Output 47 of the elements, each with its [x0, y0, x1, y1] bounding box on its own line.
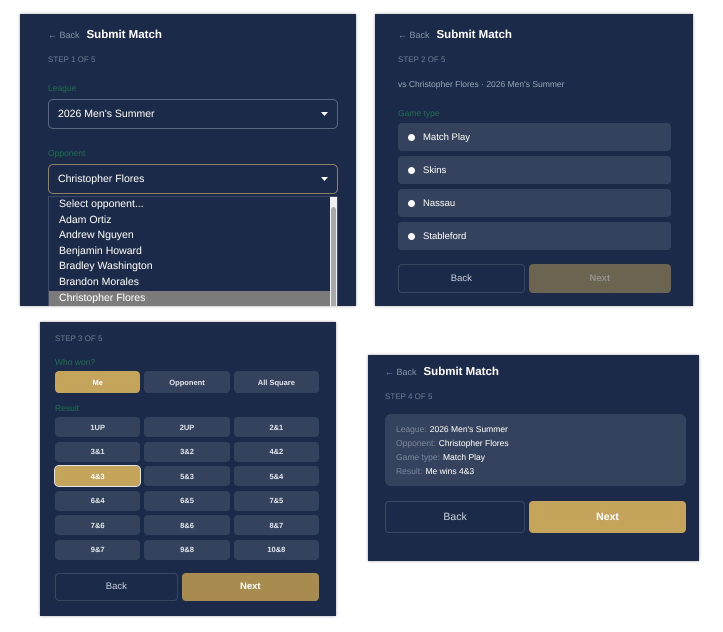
game-type-option[interactable]: Match Play: [398, 123, 671, 151]
dropdown-option[interactable]: Adam Ortiz: [49, 212, 330, 228]
dropdown-option[interactable]: Brandon Morales: [49, 274, 330, 291]
field-label: Who won?: [55, 357, 96, 367]
back-button[interactable]: Back: [385, 501, 526, 533]
opponent-select[interactable]: Christopher Flores: [48, 164, 338, 194]
step-indicator: STEP 2 OF 5: [398, 55, 446, 64]
summary-value: 2026 Men's Summer: [430, 424, 508, 434]
back-link[interactable]: ← Back: [398, 30, 430, 40]
summary-label: League:: [396, 424, 427, 434]
step-indicator: STEP 1 OF 5: [48, 55, 96, 64]
dropdown-option[interactable]: Andrew Nguyen: [49, 228, 330, 244]
screen-title: Submit Match: [424, 366, 499, 378]
summary-value: Christopher Flores: [438, 438, 509, 448]
caret-icon: [321, 112, 328, 116]
summary-value: Me wins 4&3: [425, 466, 474, 476]
summary-label: Game type:: [396, 452, 440, 462]
scrollbar[interactable]: [330, 197, 337, 306]
step-indicator: STEP 3 OF 5: [55, 334, 104, 343]
screen-title: Submit Match: [86, 29, 162, 41]
radio-button[interactable]: [408, 166, 415, 174]
field-label: League: [48, 83, 78, 93]
dropdown-option[interactable]: Christopher Flores: [49, 290, 330, 306]
radio-button[interactable]: [408, 200, 415, 206]
radio-button[interactable]: [408, 232, 415, 240]
field-label: Result: [55, 403, 80, 413]
summary-label: Opponent:: [396, 438, 436, 448]
caret-icon: [321, 177, 328, 181]
dropdown-option[interactable]: Benjamin Howard: [49, 244, 330, 260]
league-select[interactable]: 2026 Men's Summer: [48, 99, 338, 129]
summary-value: Match Play: [442, 452, 485, 462]
back-button[interactable]: Back: [398, 264, 525, 293]
back-link[interactable]: ← Back: [385, 367, 417, 377]
match-summary: vs Christopher Flores · 2026 Men's Summer: [398, 79, 566, 89]
field-label: Opponent: [48, 148, 86, 158]
step-indicator: STEP 4 OF 5: [385, 392, 434, 401]
dropdown-option[interactable]: Select opponent...: [49, 197, 330, 213]
radio-button[interactable]: [408, 134, 415, 140]
game-type-option[interactable]: Nassau: [398, 189, 671, 217]
game-type-option[interactable]: Stableford: [398, 222, 671, 250]
game-type-option[interactable]: Skins: [398, 156, 671, 184]
summary-label: Result:: [396, 466, 422, 476]
back-link[interactable]: ← Back: [48, 30, 80, 40]
dropdown-option[interactable]: Bradley Washington: [49, 259, 330, 275]
screen-title: Submit Match: [436, 29, 512, 41]
back-button[interactable]: Back: [55, 572, 178, 600]
field-label: Game type: [398, 108, 441, 118]
